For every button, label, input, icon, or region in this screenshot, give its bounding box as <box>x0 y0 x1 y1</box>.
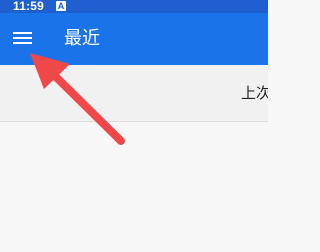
menu-icon-bar <box>13 42 32 44</box>
status-bar: 11:59 A <box>0 0 268 13</box>
app-bar: 最近 <box>0 13 268 65</box>
menu-button[interactable] <box>8 22 38 54</box>
a-icon: A <box>56 1 66 11</box>
menu-icon-bar <box>13 32 32 34</box>
content-area <box>0 122 268 252</box>
screen: 11:59 A 最近 上次 <box>0 0 268 252</box>
page-title: 最近 <box>64 28 100 49</box>
hamburger-menu-icon[interactable] <box>13 32 33 45</box>
subheader: 上次 <box>0 65 268 122</box>
subheader-label: 上次 <box>241 84 268 102</box>
status-time: 11:59 <box>13 0 45 13</box>
menu-icon-bar <box>13 37 32 39</box>
